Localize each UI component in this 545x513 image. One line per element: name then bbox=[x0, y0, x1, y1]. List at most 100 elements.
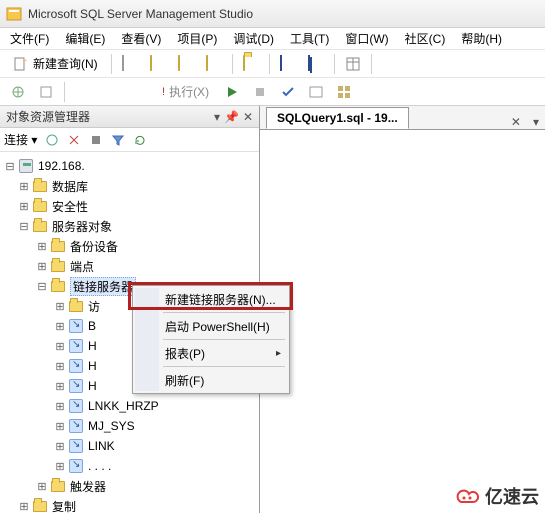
connect-dropdown[interactable]: 连接 ▾ bbox=[4, 131, 39, 148]
menu-help[interactable]: 帮助(H) bbox=[455, 28, 508, 49]
menubar: 文件(F) 编辑(E) 查看(V) 项目(P) 调试(D) 工具(T) 窗口(W… bbox=[0, 28, 545, 50]
new-file-icon bbox=[122, 56, 138, 72]
ctx-start-powershell[interactable]: 启动 PowerShell(H) bbox=[135, 315, 287, 337]
save-all-button[interactable] bbox=[304, 53, 328, 75]
new-query-button[interactable]: 新建查询(N) bbox=[6, 53, 105, 75]
check-icon bbox=[280, 84, 296, 100]
toolbar-sep bbox=[64, 82, 65, 102]
watermark-text: 亿速云 bbox=[485, 483, 539, 509]
menu-file[interactable]: 文件(F) bbox=[4, 28, 55, 49]
menu-tools[interactable]: 工具(T) bbox=[284, 28, 335, 49]
grid-icon bbox=[336, 84, 352, 100]
app-title: Microsoft SQL Server Management Studio bbox=[28, 7, 253, 21]
tree-node-server[interactable]: ⊟192.168. bbox=[4, 156, 257, 176]
menu-debug[interactable]: 调试(D) bbox=[227, 28, 280, 49]
activity-button[interactable] bbox=[341, 53, 365, 75]
plan-button[interactable] bbox=[304, 81, 328, 103]
tree-node-linked-item[interactable]: ⊞MJ_SYS bbox=[4, 416, 257, 436]
tabstrip: SQLQuery1.sql - 19... ✕ ▾ bbox=[260, 106, 545, 130]
options-button[interactable] bbox=[332, 81, 356, 103]
menu-community[interactable]: 社区(C) bbox=[399, 28, 452, 49]
script-db-button-2[interactable] bbox=[174, 53, 198, 75]
tree-node-databases[interactable]: ⊞数据库 bbox=[4, 176, 257, 196]
plan-icon bbox=[308, 84, 324, 100]
connect-button[interactable] bbox=[6, 81, 30, 103]
script-db-button[interactable] bbox=[146, 53, 170, 75]
tree-node-triggers[interactable]: ⊞触发器 bbox=[4, 476, 257, 496]
tree-label: 数据库 bbox=[52, 178, 88, 195]
table-icon bbox=[345, 56, 361, 72]
toolbar-sep bbox=[111, 54, 112, 74]
context-menu-sep bbox=[163, 312, 285, 313]
execute-icon: ! bbox=[162, 86, 165, 98]
tree-label: . . . . bbox=[88, 459, 111, 473]
folder-icon bbox=[50, 478, 66, 494]
tab-label: SQLQuery1.sql - 19... bbox=[277, 111, 398, 125]
folder-icon bbox=[32, 198, 48, 214]
toolbar-main: 新建查询(N) bbox=[0, 50, 545, 78]
filter-icon[interactable] bbox=[109, 131, 127, 149]
tree-node-replication[interactable]: ⊞复制 bbox=[4, 496, 257, 513]
tree-label: LNKK_HRZP bbox=[88, 399, 159, 413]
folder-icon bbox=[68, 298, 84, 314]
toolbar-query: ! 执行(X) bbox=[0, 78, 545, 106]
tree-node-server-objects[interactable]: ⊟服务器对象 bbox=[4, 216, 257, 236]
folder-icon bbox=[50, 258, 66, 274]
editor-body[interactable] bbox=[260, 130, 545, 513]
disconnect-icon[interactable] bbox=[65, 131, 83, 149]
tree-label: H bbox=[88, 359, 97, 373]
pane-dropdown-icon[interactable]: ▾ bbox=[214, 110, 220, 124]
stop-button[interactable] bbox=[248, 81, 272, 103]
tree-node-security[interactable]: ⊞安全性 bbox=[4, 196, 257, 216]
new-query-label: 新建查询(N) bbox=[33, 55, 98, 72]
pane-pin-icon[interactable]: 📌 bbox=[224, 110, 239, 124]
menu-view[interactable]: 查看(V) bbox=[115, 28, 167, 49]
parse-button[interactable] bbox=[276, 81, 300, 103]
ctx-new-linked-server[interactable]: 新建链接服务器(N)... bbox=[135, 288, 287, 310]
tab-menu-icon[interactable]: ▾ bbox=[527, 115, 545, 129]
tree-node-backup-devices[interactable]: ⊞备份设备 bbox=[4, 236, 257, 256]
menu-project[interactable]: 项目(P) bbox=[171, 28, 223, 49]
debug-button[interactable] bbox=[220, 81, 244, 103]
open-button[interactable] bbox=[239, 53, 263, 75]
tree-node-linked-item[interactable]: ⊞LINK bbox=[4, 436, 257, 456]
script-icon bbox=[206, 56, 222, 72]
context-menu-sep bbox=[163, 366, 285, 367]
menu-window[interactable]: 窗口(W) bbox=[339, 28, 394, 49]
change-connection-button[interactable] bbox=[34, 81, 58, 103]
refresh-icon[interactable] bbox=[131, 131, 149, 149]
stop-icon bbox=[252, 84, 268, 100]
new-button[interactable] bbox=[118, 53, 142, 75]
pane-close-icon[interactable]: ✕ bbox=[243, 110, 253, 124]
script-db-button-3[interactable] bbox=[202, 53, 226, 75]
linked-server-icon bbox=[68, 378, 84, 394]
save-icon bbox=[280, 56, 296, 72]
editor-tab[interactable]: SQLQuery1.sql - 19... bbox=[266, 107, 409, 129]
script-icon bbox=[150, 56, 166, 72]
new-query-icon bbox=[13, 56, 29, 72]
tree-label: 复制 bbox=[52, 498, 76, 513]
tree-node-linked-item[interactable]: ⊞LNKK_HRZP bbox=[4, 396, 257, 416]
stop-icon[interactable] bbox=[87, 131, 105, 149]
tree-node-linked-item[interactable]: ⊞. . . . bbox=[4, 456, 257, 476]
toolbar-sep bbox=[371, 54, 372, 74]
save-all-icon bbox=[308, 56, 324, 72]
server-icon bbox=[18, 158, 34, 174]
execute-button[interactable]: ! 执行(X) bbox=[155, 81, 216, 103]
tree-label: 触发器 bbox=[70, 478, 106, 495]
menu-edit[interactable]: 编辑(E) bbox=[59, 28, 111, 49]
tree-node-endpoints[interactable]: ⊞端点 bbox=[4, 256, 257, 276]
folder-icon bbox=[50, 238, 66, 254]
execute-label: 执行(X) bbox=[169, 83, 209, 100]
connect-icon[interactable] bbox=[43, 131, 61, 149]
tree-label: 端点 bbox=[70, 258, 94, 275]
editor-pane: SQLQuery1.sql - 19... ✕ ▾ bbox=[260, 106, 545, 513]
connect-toolbar: 连接 ▾ bbox=[0, 128, 259, 152]
script-icon bbox=[178, 56, 194, 72]
ctx-refresh[interactable]: 刷新(F) bbox=[135, 369, 287, 391]
play-icon bbox=[224, 84, 240, 100]
ctx-reports[interactable]: 报表(P) bbox=[135, 342, 287, 364]
tab-close-icon[interactable]: ✕ bbox=[505, 115, 527, 129]
app-icon bbox=[6, 6, 22, 22]
save-button[interactable] bbox=[276, 53, 300, 75]
